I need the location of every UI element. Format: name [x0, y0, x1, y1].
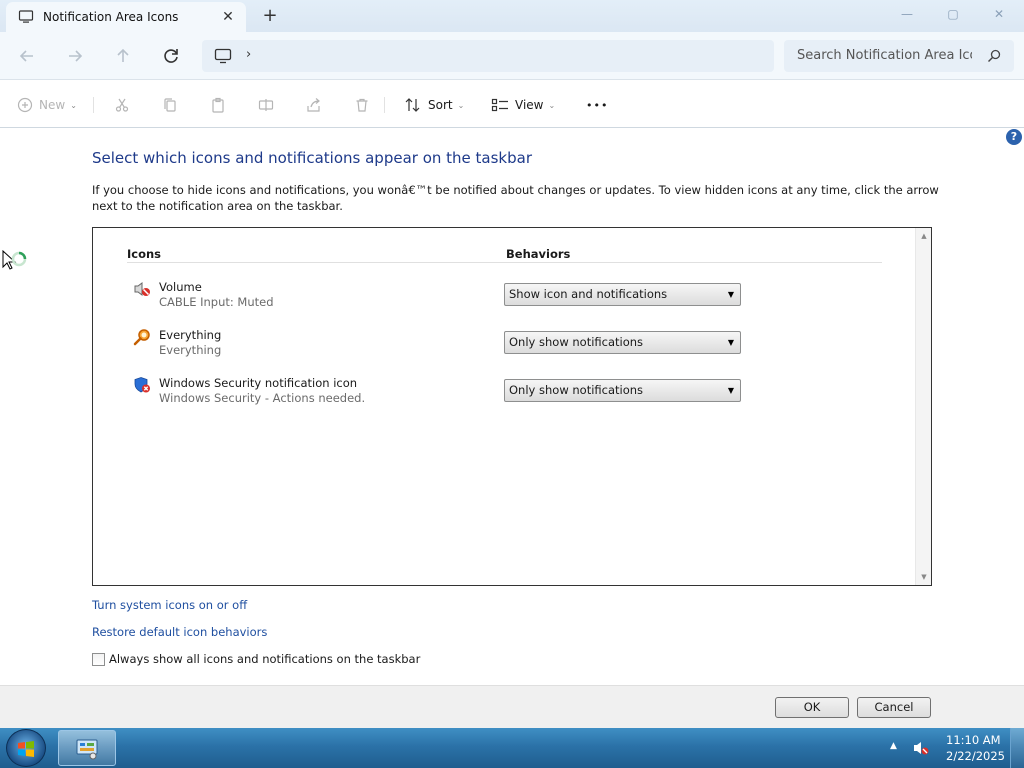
share-button[interactable]: [306, 93, 322, 117]
vertical-scrollbar[interactable]: ▲ ▼: [915, 228, 931, 585]
refresh-icon[interactable]: [159, 44, 183, 68]
cancel-button[interactable]: Cancel: [857, 697, 931, 718]
minimize-button[interactable]: —: [884, 0, 930, 28]
sort-label: Sort: [428, 98, 453, 112]
item-subtitle: Everything: [159, 343, 222, 357]
magnifier-icon: [133, 329, 150, 346]
list-item-everything: Everything Everything Only show notifica…: [93, 328, 913, 372]
up-arrow-icon[interactable]: [111, 44, 135, 68]
maximize-button[interactable]: ▢: [930, 0, 976, 28]
chevron-down-icon: ▼: [727, 386, 734, 395]
divider: [93, 97, 94, 113]
address-bar[interactable]: ›: [202, 40, 774, 72]
scroll-down-arrow[interactable]: ▼: [916, 569, 932, 585]
more-options-button[interactable]: •••: [586, 93, 608, 117]
search-input[interactable]: Search Notification Area Icons: [797, 48, 972, 63]
help-icon[interactable]: ?: [1006, 129, 1022, 145]
speaker-muted-icon: [134, 282, 150, 296]
copy-icon: [164, 98, 176, 112]
selected-value: Show icon and notifications: [509, 287, 668, 301]
behavior-select-volume[interactable]: Show icon and notifications ▼: [504, 283, 741, 306]
behavior-select-windows-security[interactable]: Only show notifications ▼: [504, 379, 741, 402]
plus-circle-icon: [17, 97, 33, 113]
title-bar: Notification Area Icons ✕ + — ▢ ✕: [0, 0, 1024, 32]
chevron-down-icon: ⌄: [70, 100, 77, 110]
item-subtitle: Windows Security - Actions needed.: [159, 391, 366, 405]
security-shield-icon: [134, 377, 150, 393]
start-button[interactable]: [6, 729, 46, 767]
item-name: Everything: [159, 328, 222, 342]
monitor-icon: [214, 48, 232, 64]
address-row: › Search Notification Area Icons: [0, 32, 1024, 80]
behavior-select-everything[interactable]: Only show notifications ▼: [504, 331, 741, 354]
show-desktop-button[interactable]: [1010, 728, 1024, 768]
breadcrumb-chevron[interactable]: ›: [246, 47, 251, 62]
busy-cursor-icon: [2, 250, 27, 270]
close-window-button[interactable]: ✕: [976, 0, 1022, 28]
column-header-icons: Icons: [127, 247, 162, 261]
chevron-down-icon: ▼: [727, 338, 734, 347]
search-box[interactable]: Search Notification Area Icons: [784, 40, 1014, 72]
search-icon[interactable]: [986, 48, 1002, 64]
share-icon: [307, 98, 320, 112]
chevron-down-icon: ▼: [727, 290, 734, 299]
view-icon: [491, 98, 508, 112]
divider: [384, 97, 385, 113]
cut-button[interactable]: [114, 93, 130, 117]
tab-notification-area-icons[interactable]: Notification Area Icons ✕: [6, 2, 246, 32]
page-description: If you choose to hide icons and notifica…: [92, 183, 939, 213]
trash-icon: [356, 98, 368, 112]
windows-logo-icon: [18, 741, 34, 757]
new-button[interactable]: New ⌄: [17, 93, 77, 117]
restore-defaults-link[interactable]: Restore default icon behaviors: [92, 625, 267, 639]
dialog-footer: OK Cancel: [0, 685, 1024, 728]
chevron-down-icon: ⌄: [548, 100, 556, 110]
selected-value: Only show notifications: [509, 335, 644, 349]
new-label: New: [39, 98, 66, 112]
always-show-checkbox[interactable]: [92, 652, 105, 666]
always-show-label[interactable]: Always show all icons and notifications …: [109, 652, 420, 666]
show-hidden-icons-button[interactable]: ▲: [890, 741, 897, 751]
ok-button[interactable]: OK: [775, 697, 849, 718]
command-bar: New ⌄ Sort ⌄ View ⌄ •••: [0, 81, 1024, 128]
computer-icon: [18, 10, 34, 23]
clock-time[interactable]: 11:10 AM: [946, 733, 1001, 747]
taskbar: ▲ 11:10 AM 2/22/2025: [0, 728, 1024, 768]
new-tab-button[interactable]: +: [260, 6, 280, 26]
item-subtitle: CABLE Input: Muted: [159, 295, 274, 309]
view-label: View: [515, 98, 544, 112]
volume-muted-icon[interactable]: [913, 740, 929, 756]
taskbar-item-control-panel[interactable]: [58, 730, 116, 766]
scroll-up-arrow[interactable]: ▲: [916, 228, 932, 244]
view-button[interactable]: View ⌄: [491, 93, 555, 117]
page-title: Select which icons and notifications app…: [92, 149, 532, 167]
delete-button[interactable]: [354, 93, 370, 117]
turn-system-icons-link[interactable]: Turn system icons on or off: [92, 598, 247, 612]
paste-button[interactable]: [210, 93, 226, 117]
scissors-icon: [115, 98, 129, 112]
sort-icon: [405, 98, 420, 112]
always-show-row[interactable]: Always show all icons and notifications …: [92, 652, 420, 666]
tab-title: Notification Area Icons: [43, 10, 179, 24]
item-name: Volume: [159, 280, 202, 294]
header-divider: [127, 262, 882, 263]
rename-button[interactable]: [258, 93, 274, 117]
item-name: Windows Security notification icon: [159, 376, 358, 390]
icons-list[interactable]: Icons Behaviors Volume CABLE Input: Mute…: [92, 227, 932, 586]
list-item-windows-security: Windows Security notification icon Windo…: [93, 376, 913, 420]
clipboard-icon: [212, 97, 224, 113]
column-header-behaviors: Behaviors: [506, 247, 571, 261]
list-item-volume: Volume CABLE Input: Muted Show icon and …: [93, 280, 913, 324]
back-arrow-icon[interactable]: [15, 44, 39, 68]
sort-button[interactable]: Sort ⌄: [404, 93, 464, 117]
selected-value: Only show notifications: [509, 383, 644, 397]
close-tab-icon[interactable]: ✕: [220, 9, 236, 25]
copy-button[interactable]: [162, 93, 178, 117]
rename-icon: [258, 99, 274, 111]
chevron-down-icon: ⌄: [457, 100, 465, 110]
control-panel-icon: [76, 739, 98, 760]
forward-arrow-icon[interactable]: [63, 44, 87, 68]
clock-date[interactable]: 2/22/2025: [946, 749, 1005, 763]
